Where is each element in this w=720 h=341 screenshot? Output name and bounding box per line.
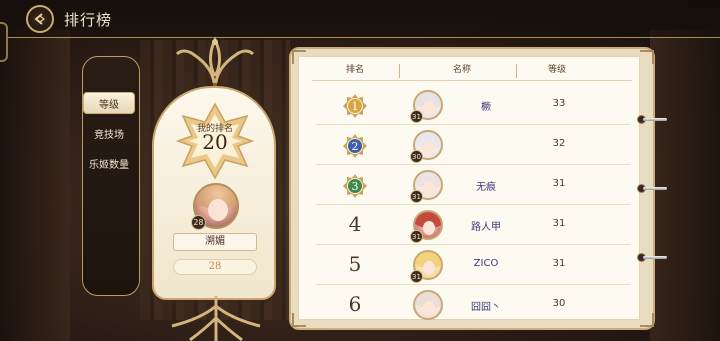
tree-root-ornament — [171, 296, 261, 341]
binder-ring — [637, 253, 667, 262]
my-player-name: 溯媚 — [173, 233, 257, 251]
leaderboard-row[interactable]: 3 31 无痕 31 — [316, 166, 630, 205]
player-level-value: 31 — [552, 178, 566, 189]
binder-ring — [637, 184, 667, 193]
leaderboard-header: 排名 名称 等级 — [298, 62, 640, 80]
player-level-badge: 31 — [410, 270, 423, 283]
player-name: 无痕 — [476, 182, 496, 193]
leaderboard-row[interactable]: 4 31 路人甲 31 — [316, 206, 630, 245]
back-arrow-icon — [34, 13, 45, 25]
background-left-wall — [0, 30, 70, 341]
header-divider — [312, 80, 632, 81]
my-level-value: 28 — [173, 259, 257, 275]
player-level-value: 31 — [552, 258, 566, 269]
player-level-value: 30 — [552, 298, 566, 309]
player-level-value: 32 — [552, 138, 566, 149]
rank-medal-icon: 3 — [343, 174, 367, 198]
side-edge-tab[interactable] — [0, 22, 8, 62]
player-level-badge: 31 — [410, 230, 423, 243]
tree-branch-ornament — [175, 36, 255, 92]
corner-ornament — [640, 50, 654, 64]
leaderboard-row[interactable]: 1 31 橛 33 — [316, 86, 630, 125]
rank-medal-number: 2 — [352, 140, 359, 153]
leaderboard-row[interactable]: 5 31 ZICO 31 — [316, 246, 630, 285]
column-header-rank: 排名 — [346, 65, 365, 75]
column-header-name: 名称 — [453, 65, 472, 75]
player-name: 橛 — [481, 102, 491, 113]
rank-number: 5 — [348, 252, 362, 276]
column-header-level: 等级 — [548, 65, 567, 75]
player-name: 路人甲 — [471, 222, 501, 233]
back-button[interactable] — [26, 5, 54, 33]
player-level-badge: 31 — [410, 190, 423, 203]
rank-medal-number: 1 — [352, 100, 359, 113]
category-tab-character-count[interactable]: 乐姬数量 — [83, 152, 135, 174]
binder-ring — [637, 115, 667, 124]
player-name: 囧囧丶 — [471, 302, 501, 313]
top-bar: 排行榜 — [0, 0, 720, 38]
my-rank-number: 20 — [202, 130, 228, 154]
my-level-badge: 28 — [191, 215, 206, 230]
rank-number: 4 — [348, 212, 362, 236]
page-title: 排行榜 — [64, 11, 113, 29]
rank-number: 6 — [348, 292, 362, 316]
player-avatar[interactable] — [413, 290, 443, 320]
player-level-value: 33 — [552, 98, 566, 109]
corner-ornament — [640, 313, 654, 327]
player-level-badge: 30 — [410, 150, 423, 163]
column-divider — [516, 64, 517, 78]
player-level-value: 31 — [552, 218, 566, 229]
player-level-badge: 31 — [410, 110, 423, 123]
rank-medal-icon: 1 — [343, 94, 367, 118]
leaderboard-row[interactable]: 2 30 32 — [316, 126, 630, 165]
column-divider — [399, 64, 400, 78]
category-tab-level[interactable]: 等级 — [83, 92, 135, 114]
rank-medal-number: 3 — [352, 180, 359, 193]
rank-medal-icon: 2 — [343, 134, 367, 158]
player-name: ZICO — [473, 258, 499, 269]
leaderboard-row[interactable]: 6 囧囧丶 30 — [316, 286, 630, 325]
category-tab-arena[interactable]: 竞技场 — [83, 122, 135, 144]
